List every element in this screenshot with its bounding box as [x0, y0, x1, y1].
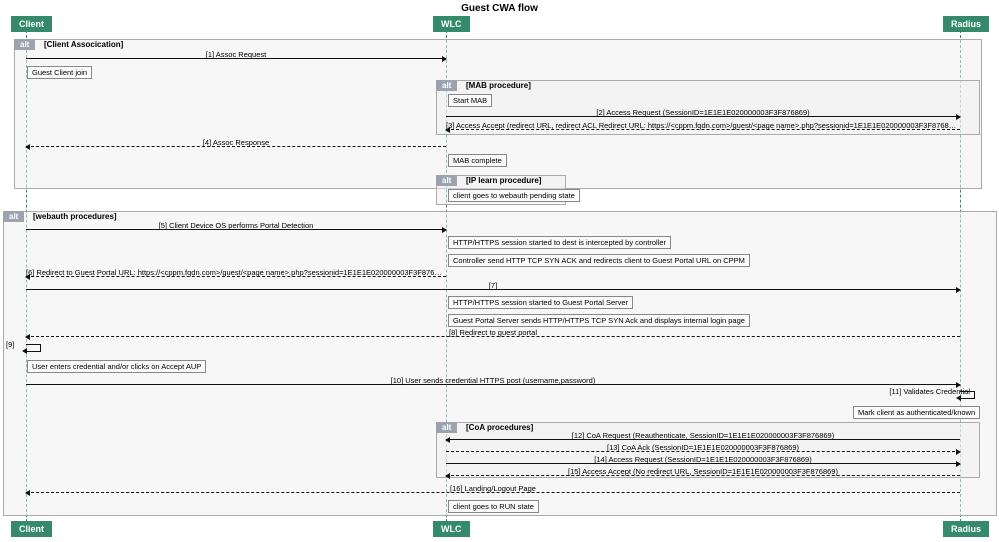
- label-m16: [16] Landing/Logout Page: [26, 484, 960, 493]
- label-m15: [15] Access Accept (No redirect URL, Ses…: [446, 467, 960, 476]
- label-m6: [6] Redirect to Guest Portal URL: https:…: [26, 268, 446, 277]
- alt-label-assoc: [Client Assocication]: [44, 40, 123, 49]
- label-m2: [2] Access Request (SessionID=1E1E1E0200…: [446, 108, 960, 117]
- alt-label-iplearn: [IP learn procedure]: [466, 176, 541, 185]
- label-m4: [4] Assoc Response: [26, 138, 446, 147]
- label-m7: [7]: [26, 281, 960, 290]
- participant-client-bot: Client: [11, 521, 52, 537]
- label-m13: [13] CoA Ack (SessionID=1E1E1E020000003F…: [446, 443, 960, 452]
- alt-label-mab: [MAB procedure]: [466, 81, 531, 90]
- participant-radius-top: Radius: [943, 16, 989, 32]
- label-m8: [8] Redirect to guest portal: [26, 328, 960, 337]
- note-run-state: client goes to RUN state: [448, 500, 539, 513]
- note-user-creds: User enters credential and/or clicks on …: [27, 360, 206, 373]
- alt-tag-webauth: alt: [3, 211, 24, 222]
- arrow-m11: [960, 391, 975, 399]
- alt-tag-assoc: alt: [14, 39, 35, 50]
- participant-client-top: Client: [11, 16, 52, 32]
- participant-radius-bot: Radius: [943, 521, 989, 537]
- label-m12: [12] CoA Request (Reauthenticate, Sessio…: [446, 431, 960, 440]
- label-m9: [9]: [6, 340, 14, 349]
- note-mab-complete: MAB complete: [448, 154, 507, 167]
- label-m3: [3] Access Accept (redirect URL, redirec…: [446, 121, 960, 130]
- note-ctrl-redirects: Controller send HTTP TCP SYN ACK and red…: [448, 254, 750, 267]
- note-gp-syn: Guest Portal Server sends HTTP/HTTPS TCP…: [448, 314, 750, 327]
- label-m1: [1] Assoc Request: [26, 50, 446, 59]
- note-guest-join: Guest Client join: [27, 66, 92, 79]
- page-title: Guest CWA flow: [0, 0, 999, 17]
- sequence-diagram: Client WLC Radius alt [Client Associcati…: [0, 16, 999, 536]
- label-m10: [10] User sends credential HTTPS post (u…: [26, 376, 960, 385]
- participant-wlc-bot: WLC: [433, 521, 470, 537]
- alt-label-webauth: [webauth procedures]: [33, 212, 117, 221]
- note-http-intercept: HTTP/HTTPS session started to dest is in…: [448, 236, 671, 249]
- label-m11: [11] Validates Credential: [870, 387, 970, 396]
- alt-tag-mab: alt: [436, 80, 457, 91]
- label-m14: [14] Access Request (SessionID=1E1E1E020…: [446, 455, 960, 464]
- note-start-mab: Start MAB: [448, 94, 492, 107]
- note-mark-auth: Mark client as authenticated/known: [853, 406, 980, 419]
- note-webauth-pending: client goes to webauth pending state: [448, 189, 580, 202]
- alt-tag-iplearn: alt: [436, 175, 457, 186]
- arrow-m9: [26, 344, 41, 352]
- note-http-gp: HTTP/HTTPS session started to Guest Port…: [448, 296, 633, 309]
- label-m5: [5] Client Device OS performs Portal Det…: [26, 221, 446, 230]
- participant-wlc-top: WLC: [433, 16, 470, 32]
